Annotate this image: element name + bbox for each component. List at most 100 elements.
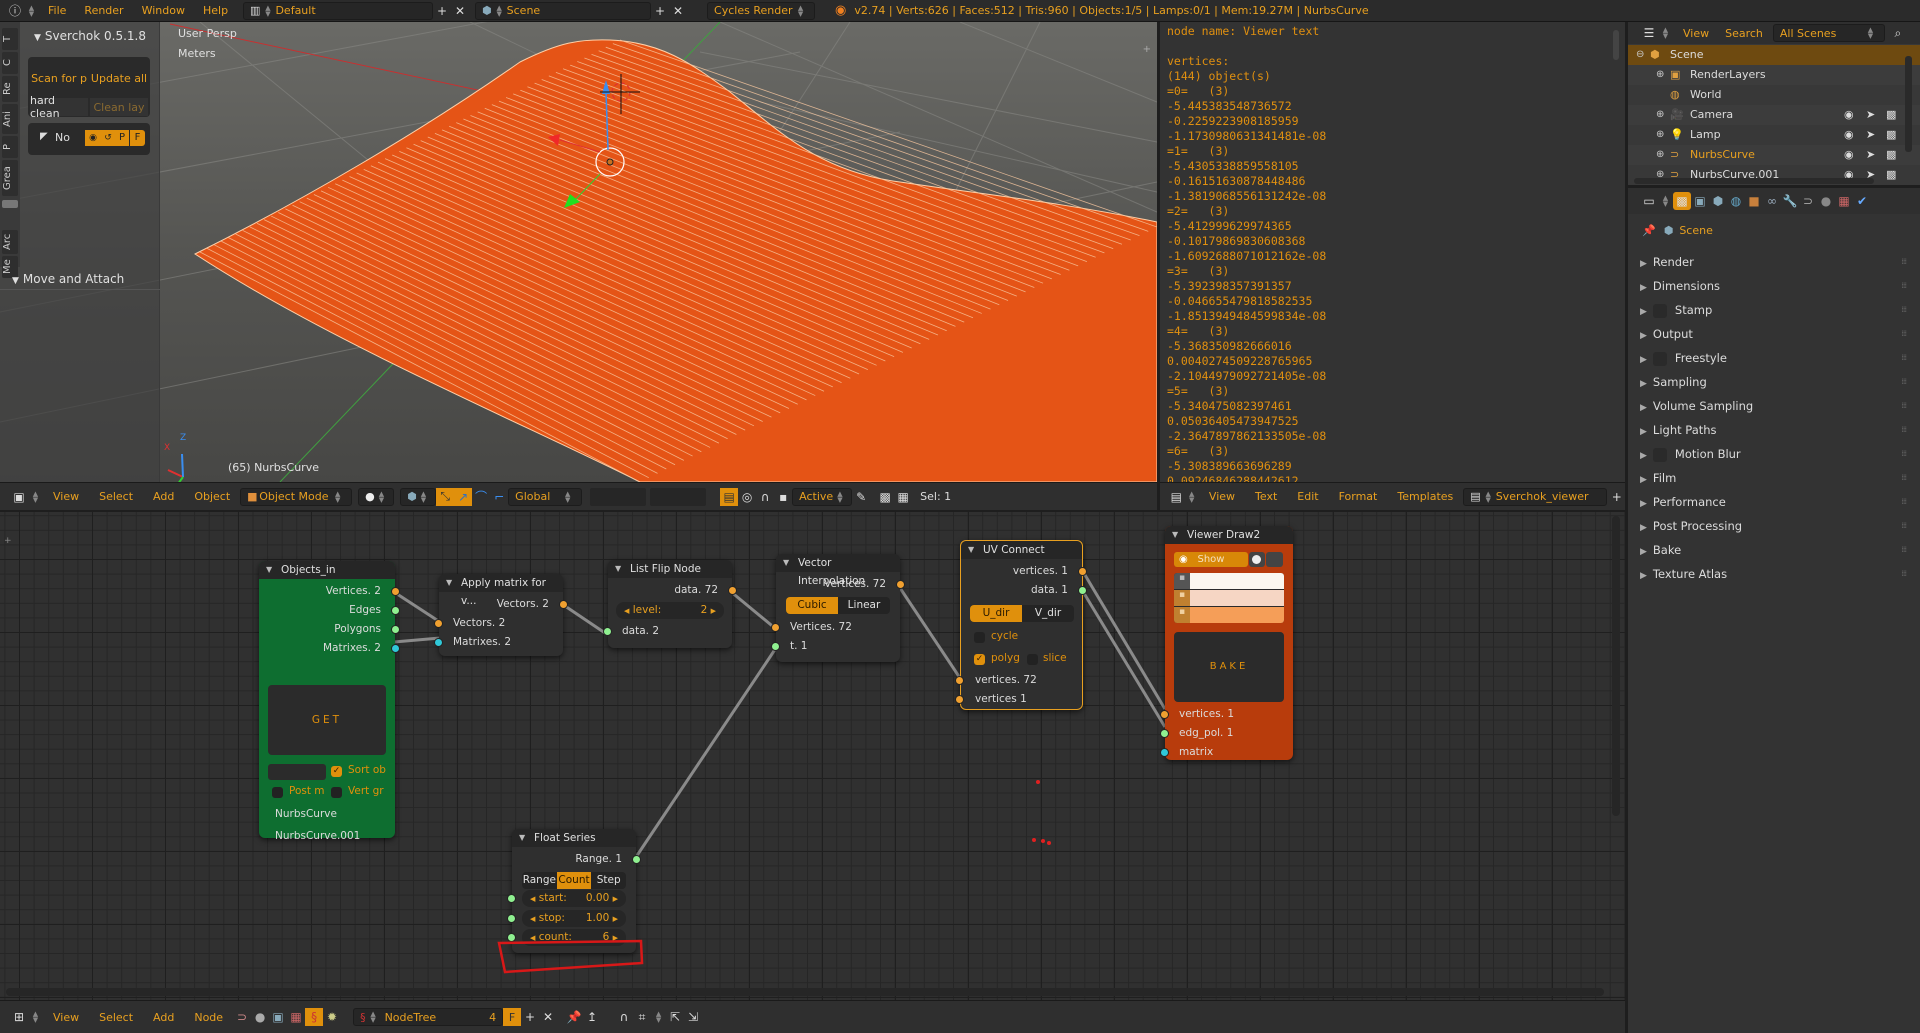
object-context-icon[interactable]: ■: [1745, 192, 1763, 210]
panel-volume-sampling[interactable]: ▶ Volume Sampling ⁞⁞⁞: [1640, 394, 1910, 418]
panel-sampling[interactable]: ▶ Sampling ⁞⁞⁞: [1640, 370, 1910, 394]
node-editor-v-scrollbar[interactable]: [1612, 516, 1620, 816]
textblock-selector[interactable]: ▤ ▲ ▼ Sverchok_viewer: [1463, 487, 1607, 506]
sverchok-tree-icon[interactable]: §: [305, 1008, 324, 1026]
menu-text[interactable]: Text: [1255, 490, 1277, 503]
drag-handle-icon[interactable]: ⁞⁞⁞: [1901, 466, 1907, 490]
physics-context-icon[interactable]: ✔: [1853, 192, 1871, 210]
opengl-render-icon[interactable]: ✎: [852, 488, 870, 506]
panel-texture-atlas[interactable]: ▶ Texture Atlas ⁞⁞⁞: [1640, 562, 1910, 586]
drag-handle-icon[interactable]: ⁞⁞⁞: [1901, 538, 1907, 562]
node-title[interactable]: UV Connect: [961, 541, 1082, 559]
drag-handle-icon[interactable]: ⁞⁞⁞: [1901, 274, 1907, 298]
drag-handle-icon[interactable]: ⁞⁞⁞: [1901, 394, 1907, 418]
manipulator-toggle-icon[interactable]: ⤡: [436, 487, 455, 506]
output-socket-edges[interactable]: [391, 606, 400, 615]
show-toggle-button[interactable]: ◉ Show: [1174, 552, 1248, 567]
node-editor[interactable]: + Objects_in Vertices. 2 Edges Polygons …: [0, 512, 1625, 1000]
mode-range-button[interactable]: Range: [522, 872, 557, 889]
panel-output[interactable]: ▶ Output ⁞⁞⁞: [1640, 322, 1910, 346]
menu-help[interactable]: Help: [203, 4, 228, 17]
paste-nodes-icon[interactable]: ⇲: [684, 1008, 702, 1026]
object-list-item[interactable]: NurbsCurve: [275, 808, 337, 820]
group-name-field[interactable]: [268, 764, 326, 780]
edge-color-swatch[interactable]: [1190, 590, 1284, 606]
layer-buttons-2[interactable]: [650, 487, 707, 506]
node-objects-in[interactable]: Objects_in Vertices. 2 Edges Polygons Ma…: [259, 561, 400, 842]
editor-type-icon[interactable]: ☰: [1640, 24, 1658, 42]
remove-scene-icon[interactable]: ✕: [669, 2, 687, 20]
menu-add[interactable]: Add: [153, 1011, 174, 1024]
material-tree-icon[interactable]: ●: [251, 1008, 269, 1026]
hard-clean-button[interactable]: hard clean: [30, 94, 88, 120]
scene-selector[interactable]: ⬢ ▲ ▼ Scene: [475, 1, 652, 20]
move-attach-panel-header[interactable]: ▼ Move and Attach: [12, 272, 124, 286]
post-modifiers-checkbox[interactable]: [272, 787, 283, 798]
u-dir-button[interactable]: U_dir: [970, 605, 1022, 622]
lock-camera-icon[interactable]: ▤: [720, 487, 739, 506]
panel-motion-blur[interactable]: ▶ Motion Blur ⁞⁞⁞: [1640, 442, 1910, 466]
output-socket-vectors[interactable]: [559, 600, 568, 609]
menu-view[interactable]: View: [1209, 490, 1235, 503]
input-socket-data[interactable]: [603, 627, 612, 636]
renderability-camera-icon[interactable]: ▩: [1886, 125, 1896, 145]
panel-enable-checkbox[interactable]: [1652, 351, 1667, 366]
renderability-camera-icon[interactable]: ▩: [1886, 145, 1896, 165]
outliner-item[interactable]: ◍ World: [1628, 85, 1920, 105]
outliner-item[interactable]: ⊕ ▣ RenderLayers: [1628, 65, 1920, 85]
texture-tree-icon[interactable]: ▦: [287, 1008, 305, 1026]
shading-selector[interactable]: ● ▲ ▼: [358, 487, 395, 506]
drag-handle-icon[interactable]: ⁞⁞⁞: [1901, 298, 1907, 322]
input-socket-vertices-2[interactable]: [955, 695, 964, 704]
mode-count-button[interactable]: Count: [556, 872, 592, 889]
drag-handle-icon[interactable]: ⁞⁞⁞: [1901, 514, 1907, 538]
object-list-item[interactable]: NurbsCurve.001: [275, 830, 360, 842]
snap-icon[interactable]: ∩: [615, 1008, 633, 1026]
menu-templates[interactable]: Templates: [1397, 490, 1453, 503]
modifiers-context-icon[interactable]: 🔧: [1781, 192, 1799, 210]
expand-icon[interactable]: ⊕: [1656, 105, 1664, 125]
layout-selector[interactable]: ▥ ▲ ▼ Default: [243, 1, 434, 20]
get-button[interactable]: GET: [268, 685, 386, 755]
search-icon[interactable]: ⌕: [1889, 24, 1907, 42]
v-dir-button[interactable]: V_dir: [1022, 605, 1074, 622]
render-layers-context-icon[interactable]: ▣: [1691, 192, 1709, 210]
output-socket-data[interactable]: [1078, 586, 1087, 595]
rotate-icon[interactable]: ⌒: [472, 488, 490, 506]
update-all-button[interactable]: Update all: [90, 59, 148, 97]
outliner-item[interactable]: ⊕ 💡 Lamp ◉ ➤ ▩: [1628, 125, 1920, 145]
add-scene-icon[interactable]: +: [651, 2, 669, 20]
outliner-v-scrollbar[interactable]: [1905, 56, 1912, 152]
drag-handle-icon[interactable]: ⁞⁞⁞: [1901, 490, 1907, 514]
render-still-icon[interactable]: ▩: [876, 488, 894, 506]
world-context-icon[interactable]: ◍: [1727, 192, 1745, 210]
panel-render[interactable]: ▶ Render ⁞⁞⁞: [1640, 250, 1910, 274]
outliner-item[interactable]: ⊕ 🎥 Camera ◉ ➤ ▩: [1628, 105, 1920, 125]
drag-handle-icon[interactable]: ⁞⁞⁞: [1901, 562, 1907, 586]
menu-select[interactable]: Select: [99, 490, 133, 503]
mode-cubic-button[interactable]: Cubic: [786, 597, 838, 614]
selectability-cursor-icon[interactable]: ➤: [1866, 145, 1875, 165]
pin-icon[interactable]: 📌: [565, 1008, 583, 1026]
tree-expand-icon[interactable]: ◤: [40, 131, 48, 142]
remove-layout-icon[interactable]: ✕: [451, 2, 469, 20]
output-socket-matrixes[interactable]: [391, 644, 400, 653]
vertex-color-swatch[interactable]: [1190, 573, 1284, 589]
selectability-cursor-icon[interactable]: ➤: [1866, 105, 1875, 125]
output-socket-vertices[interactable]: [896, 580, 905, 589]
renderability-camera-icon[interactable]: ▩: [1886, 165, 1896, 185]
expand-icon[interactable]: ⊖: [1636, 45, 1644, 65]
menu-add[interactable]: Add: [153, 490, 174, 503]
shading-toggle[interactable]: [1249, 552, 1265, 567]
unlink-tree-icon[interactable]: ✕: [539, 1008, 557, 1026]
drag-handle-icon[interactable]: ⁞⁞⁞: [1901, 322, 1907, 346]
tab-grease-pencil[interactable]: Grea: [2, 160, 18, 196]
output-socket-data[interactable]: [728, 586, 737, 595]
editor-type-icon[interactable]: ▣: [10, 488, 28, 506]
node-title[interactable]: Vector Interpolation: [776, 554, 900, 587]
snap-target-selector[interactable]: Active ▲ ▼: [792, 487, 853, 506]
output-socket-polygons[interactable]: [391, 625, 400, 634]
input-socket-stop[interactable]: [507, 914, 516, 923]
input-socket-vectors[interactable]: [434, 619, 443, 628]
stop-field[interactable]: ◀ stop: 1.00 ▶: [522, 910, 626, 927]
